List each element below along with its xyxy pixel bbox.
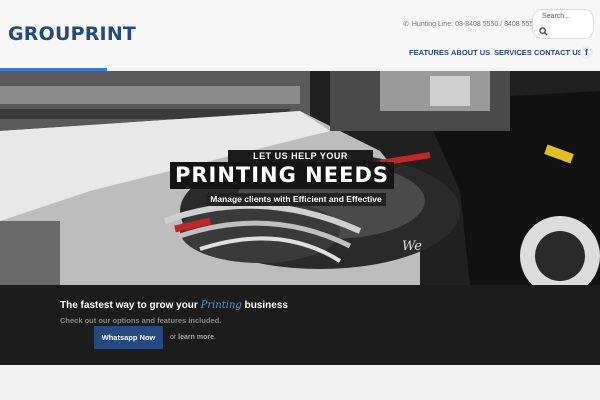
cta-title-accent: Printing (200, 300, 242, 311)
cta-section: The fastest way to grow your Printing bu… (0, 285, 600, 365)
search-input[interactable]: Search... (542, 13, 570, 20)
search-icon[interactable] (539, 27, 548, 36)
phone-icon: ✆ (403, 21, 409, 28)
nav-contact-us[interactable]: CONTACT US (534, 48, 583, 57)
footer-strip (0, 365, 600, 400)
whatsapp-now-button[interactable]: Whatsapp Now (94, 326, 163, 349)
facebook-icon[interactable]: f (580, 46, 593, 59)
hero-subline: Manage clients with Efficient and Effect… (206, 193, 386, 206)
nav-about-us[interactable]: ABOUT US (451, 48, 490, 57)
hotline-text: Hunting Line: 03-8408 5550 / 8408 5551 (411, 21, 538, 28)
cta-title-post: business (241, 300, 288, 311)
search-box[interactable]: Search... (532, 9, 594, 39)
cta-title-pre: The fastest way to grow your (60, 300, 201, 311)
site-header: GROUPRINT ✆ Hunting Line: 03-8408 5550 / … (0, 0, 600, 68)
learn-more-text: or learn more. (170, 334, 216, 341)
hero-tagline: LET US HELP YOUR (228, 150, 373, 162)
or-label: or (170, 334, 179, 341)
hotline-info: ✆ Hunting Line: 03-8408 5550 / 8408 5551 (403, 20, 537, 28)
hero-overlay-word: We (402, 239, 422, 254)
learn-more-link[interactable]: learn more (178, 334, 214, 341)
learn-more-suffix: . (213, 334, 216, 341)
main-nav: FEATURES ABOUT US SERVICES CONTACT US (0, 48, 600, 60)
nav-services[interactable]: SERVICES (494, 48, 532, 57)
cta-subtitle: Check out our options and features inclu… (60, 316, 222, 325)
hero-banner: LET US HELP YOUR PRINTING NEEDS Manage c… (0, 71, 600, 285)
brand-logo[interactable]: GROUPRINT (8, 23, 136, 45)
nav-features[interactable]: FEATURES (409, 48, 449, 57)
hero-headline: PRINTING NEEDS (170, 162, 394, 189)
cta-title: The fastest way to grow your Printing bu… (60, 300, 288, 311)
